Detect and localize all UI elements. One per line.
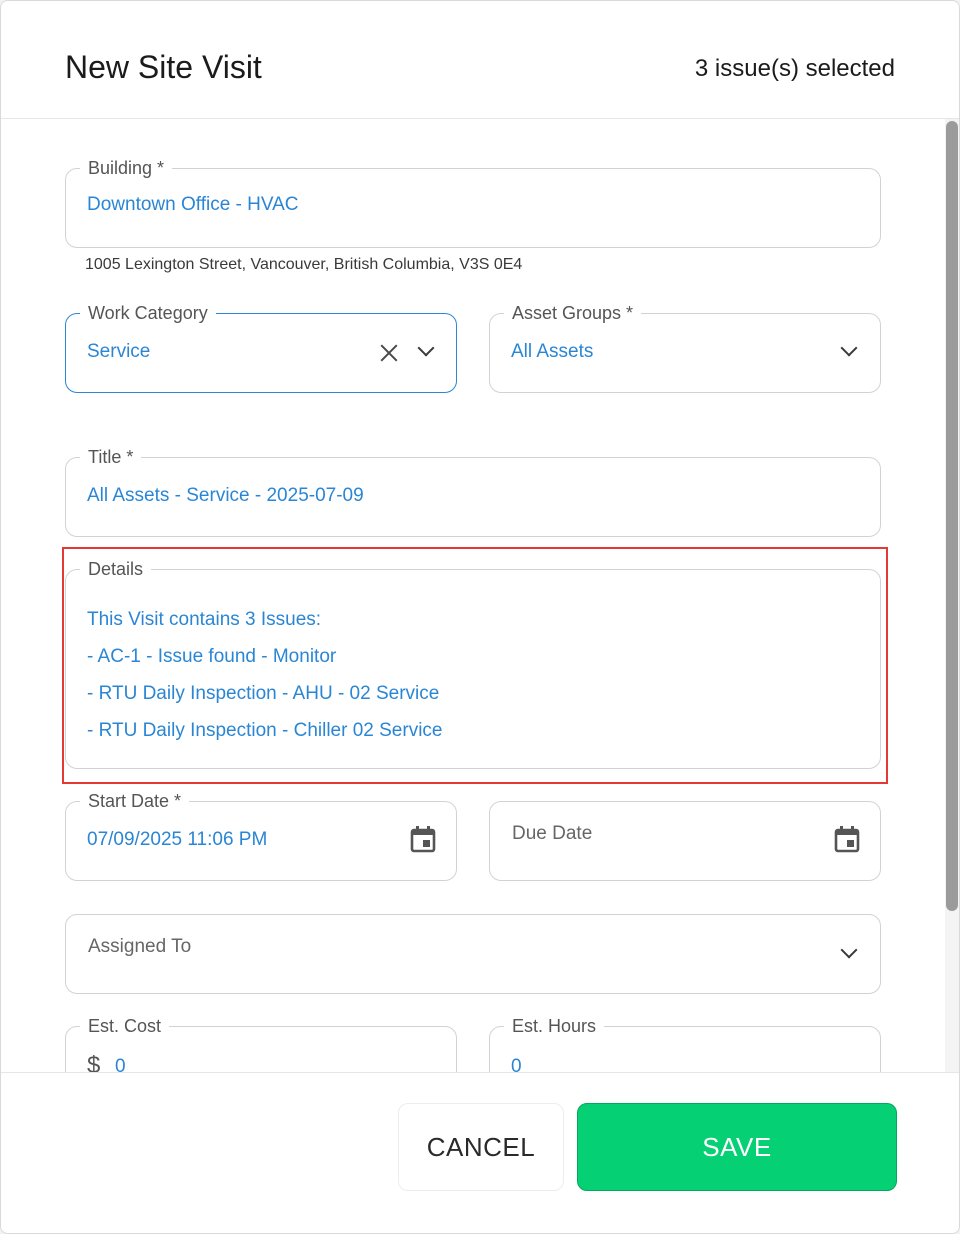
dialog-footer: CANCEL SAVE (1, 1072, 959, 1233)
est-cost-label: Est. Cost (88, 1016, 162, 1036)
clear-icon[interactable] (379, 343, 399, 363)
calendar-icon[interactable] (410, 825, 436, 853)
chevron-down-icon[interactable] (840, 941, 858, 959)
title-input[interactable]: Title * Title * All Assets - Service - 2… (65, 447, 881, 537)
building-label: Building * (88, 158, 165, 178)
dialog-title: New Site Visit (65, 49, 262, 85)
details-line: - AC-1 - Issue found - Monitor (87, 646, 337, 667)
est-hours-value: 0 (511, 1056, 522, 1072)
scrollbar-thumb[interactable] (946, 121, 958, 911)
details-line: - RTU Daily Inspection - AHU - 02 Servic… (87, 683, 440, 704)
cancel-button[interactable]: CANCEL (398, 1103, 564, 1191)
form-content: Building * Building * Downtown Office - … (1, 119, 945, 1072)
est-cost-value: 0 (115, 1056, 126, 1072)
start-date-picker[interactable]: Start Date * Start Date * 07/09/2025 11:… (65, 791, 457, 881)
asset-groups-label: Asset Groups * (512, 303, 634, 323)
work-category-select[interactable]: Work Category Work Category Service (65, 303, 457, 393)
details-text: This Visit contains 3 Issues: - AC-1 - I… (87, 601, 443, 749)
asset-groups-select[interactable]: Asset Groups * Asset Groups * All Assets (489, 303, 881, 393)
start-date-label: Start Date * (88, 791, 182, 811)
calendar-icon[interactable] (834, 825, 860, 853)
work-category-label: Work Category (88, 303, 208, 323)
est-hours-label: Est. Hours (512, 1016, 597, 1036)
due-date-placeholder: Due Date (512, 823, 593, 844)
est-cost-input[interactable]: Est. Cost Est. Cost $ 0 (65, 1016, 457, 1072)
building-value: Downtown Office - HVAC (87, 194, 299, 215)
details-label: Details (88, 559, 144, 579)
est-hours-input[interactable]: Est. Hours Est. Hours 0 (489, 1016, 881, 1072)
due-date-picker[interactable]: Due Date (489, 801, 881, 881)
dollar-icon: $ (87, 1052, 101, 1072)
details-textarea[interactable]: Details Details This Visit contains 3 Is… (65, 559, 881, 769)
building-select[interactable]: Building * Building * Downtown Office - … (65, 158, 881, 248)
title-value: All Assets - Service - 2025-07-09 (87, 485, 364, 506)
work-category-value: Service (87, 341, 151, 362)
chevron-down-icon[interactable] (417, 339, 435, 357)
assigned-to-select[interactable]: Assigned To (65, 914, 881, 994)
details-line: This Visit contains 3 Issues: (87, 609, 322, 630)
selected-issues-count: 3 issue(s) selected (694, 55, 895, 82)
asset-groups-value: All Assets (511, 341, 594, 362)
title-label: Title * (88, 447, 134, 467)
save-button[interactable]: SAVE (577, 1103, 897, 1191)
start-date-value: 07/09/2025 11:06 PM (87, 829, 268, 850)
details-line: - RTU Daily Inspection - Chiller 02 Serv… (87, 720, 443, 741)
building-address: 1005 Lexington Street, Vancouver, Britis… (85, 256, 523, 273)
new-site-visit-dialog: New Site Visit 3 issue(s) selected Build… (0, 0, 960, 1234)
chevron-down-icon[interactable] (840, 339, 858, 357)
dialog-header: New Site Visit 3 issue(s) selected (1, 1, 959, 119)
assigned-to-placeholder: Assigned To (88, 936, 192, 957)
